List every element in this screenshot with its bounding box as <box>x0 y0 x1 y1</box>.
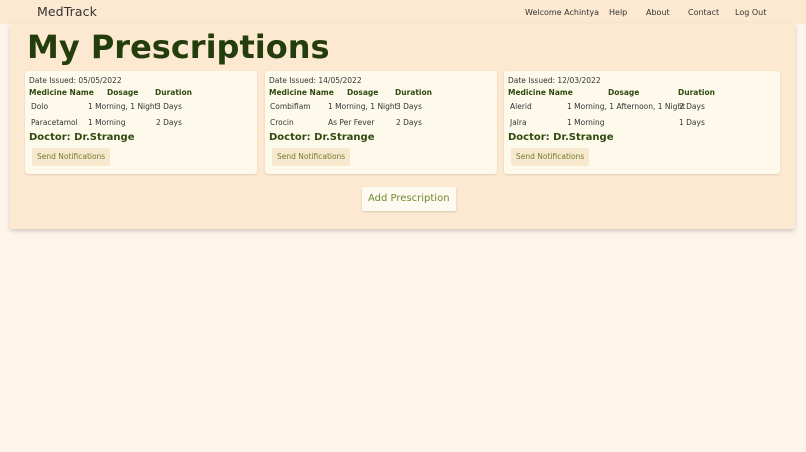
header-dosage: Dosage <box>608 88 640 97</box>
medicine-name: Paracetamol <box>31 118 78 127</box>
date-issued: Date Issued: 05/05/2022 <box>29 76 122 85</box>
nav-link-contact[interactable]: Contact <box>688 8 719 17</box>
header-dosage: Dosage <box>107 88 139 97</box>
prescription-card: Date Issued: 05/05/2022 Medicine Name Do… <box>25 71 257 174</box>
medicine-duration: 2 Days <box>156 118 182 127</box>
send-notifications-button[interactable]: Send Notifications <box>32 148 111 166</box>
nav-link-logout[interactable]: Log Out <box>735 8 766 17</box>
page-title: My Prescriptions <box>27 28 330 66</box>
medicine-name: Alerid <box>510 102 532 111</box>
welcome-user-text: Welcome Achintya <box>525 8 600 17</box>
doctor-name: Doctor: Dr.Strange <box>29 132 135 143</box>
medicine-duration: 1 Days <box>679 118 705 127</box>
medicine-name: Dolo <box>31 102 49 111</box>
date-issued: Date Issued: 12/03/2022 <box>508 76 601 85</box>
header-duration: Duration <box>395 88 432 97</box>
medicine-duration: 3 Days <box>156 102 182 111</box>
medicine-duration: 3 Days <box>396 102 422 111</box>
medicine-name: Combiflam <box>270 102 311 111</box>
date-issued: Date Issued: 14/05/2022 <box>269 76 362 85</box>
header-medicine-name: Medicine Name <box>29 88 94 97</box>
doctor-name: Doctor: Dr.Strange <box>269 132 375 143</box>
header-duration: Duration <box>155 88 192 97</box>
medicine-duration: 2 Days <box>679 102 705 111</box>
medicine-dosage: As Per Fever <box>328 118 375 127</box>
top-navbar: MedTrack Welcome Achintya Help About Con… <box>0 0 806 24</box>
medicine-dosage: 1 Morning, 1 Night <box>88 102 158 111</box>
header-medicine-name: Medicine Name <box>269 88 334 97</box>
header-duration: Duration <box>678 88 715 97</box>
medicine-dosage: 1 Morning <box>88 118 126 127</box>
doctor-name: Doctor: Dr.Strange <box>508 132 614 143</box>
medicine-duration: 2 Days <box>396 118 422 127</box>
prescription-card: Date Issued: 12/03/2022 Medicine Name Do… <box>504 71 780 174</box>
medicine-name: Crocin <box>270 118 294 127</box>
add-prescription-button[interactable]: Add Prescription <box>362 187 456 211</box>
header-medicine-name: Medicine Name <box>508 88 573 97</box>
prescription-card: Date Issued: 14/05/2022 Medicine Name Do… <box>265 71 497 174</box>
medicine-dosage: 1 Morning, 1 Night <box>328 102 398 111</box>
medicine-dosage: 1 Morning, 1 Afternoon, 1 Night <box>567 102 686 111</box>
send-notifications-button[interactable]: Send Notifications <box>272 148 351 166</box>
nav-link-help[interactable]: Help <box>609 8 627 17</box>
medicine-dosage: 1 Morning <box>567 118 605 127</box>
nav-link-about[interactable]: About <box>646 8 670 17</box>
send-notifications-button[interactable]: Send Notifications <box>511 148 590 166</box>
header-dosage: Dosage <box>347 88 379 97</box>
brand-logo-text[interactable]: MedTrack <box>37 4 97 19</box>
medicine-name: Jalra <box>510 118 527 127</box>
